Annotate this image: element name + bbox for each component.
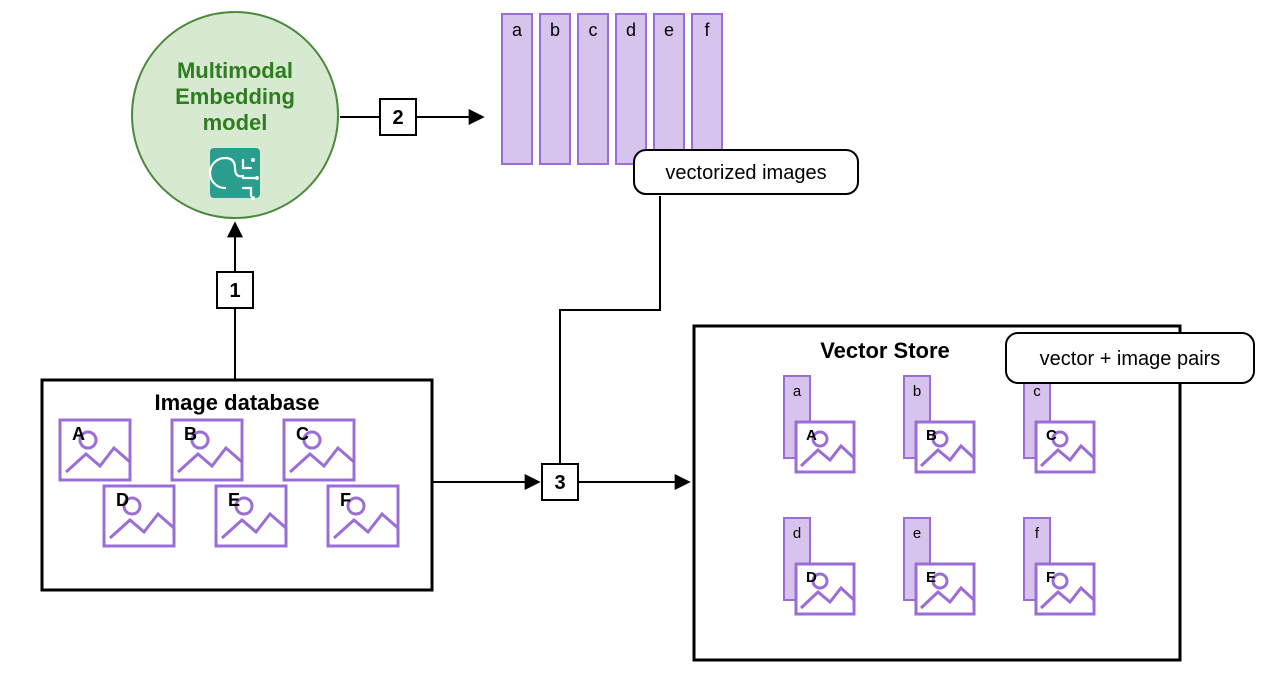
- svg-text:C: C: [296, 424, 309, 444]
- image-F: F: [328, 486, 398, 546]
- svg-text:D: D: [116, 490, 129, 510]
- vector-bar-f: f: [692, 14, 722, 164]
- svg-text:e: e: [913, 525, 921, 542]
- svg-text:F: F: [1046, 569, 1055, 586]
- image-C: C: [284, 420, 354, 480]
- svg-text:A: A: [806, 427, 817, 444]
- svg-text:a: a: [793, 383, 802, 400]
- vector-bars: a b c d e f: [502, 14, 722, 164]
- model-line3: model: [203, 110, 268, 135]
- vector-bar-d: d: [616, 14, 646, 164]
- svg-text:C: C: [1046, 427, 1057, 444]
- image-E: E: [216, 486, 286, 546]
- svg-text:d: d: [626, 20, 636, 40]
- svg-text:B: B: [184, 424, 197, 444]
- vector-bar-b: b: [540, 14, 570, 164]
- vector-bar-e: e: [654, 14, 684, 164]
- vector-store-title: Vector Store: [820, 338, 950, 363]
- svg-text:B: B: [926, 427, 937, 444]
- embedding-model: Multimodal Embedding model: [132, 12, 338, 218]
- vector-bar-c: c: [578, 14, 608, 164]
- brain-chip-icon: [210, 148, 260, 200]
- model-line2: Embedding: [175, 84, 295, 109]
- vector-bar-a: a: [502, 14, 532, 164]
- svg-text:D: D: [806, 569, 817, 586]
- arrow-vectors-to-merge: [560, 196, 660, 464]
- svg-text:A: A: [72, 424, 85, 444]
- svg-text:E: E: [926, 569, 936, 586]
- step-3-label: 3: [554, 472, 565, 494]
- svg-text:F: F: [340, 490, 351, 510]
- svg-text:b: b: [550, 20, 560, 40]
- model-line1: Multimodal: [177, 58, 293, 83]
- step-2-label: 2: [392, 107, 403, 129]
- image-D: D: [104, 486, 174, 546]
- image-database: Image database A B C D E F: [42, 380, 432, 590]
- svg-text:E: E: [228, 490, 240, 510]
- svg-text:e: e: [664, 20, 674, 40]
- svg-text:c: c: [1033, 383, 1041, 400]
- image-B: B: [172, 420, 242, 480]
- image-database-title: Image database: [154, 390, 319, 415]
- svg-text:c: c: [589, 20, 598, 40]
- step-1-label: 1: [229, 280, 240, 302]
- diagram-root: Multimodal Embedding model 1 2 a b c d e…: [0, 0, 1288, 688]
- svg-text:a: a: [512, 20, 523, 40]
- svg-text:b: b: [913, 383, 921, 400]
- vectorized-images-label: vectorized images: [665, 162, 826, 184]
- image-A: A: [60, 420, 130, 480]
- vector-image-pairs-label: vector + image pairs: [1040, 348, 1221, 370]
- svg-text:d: d: [793, 525, 801, 542]
